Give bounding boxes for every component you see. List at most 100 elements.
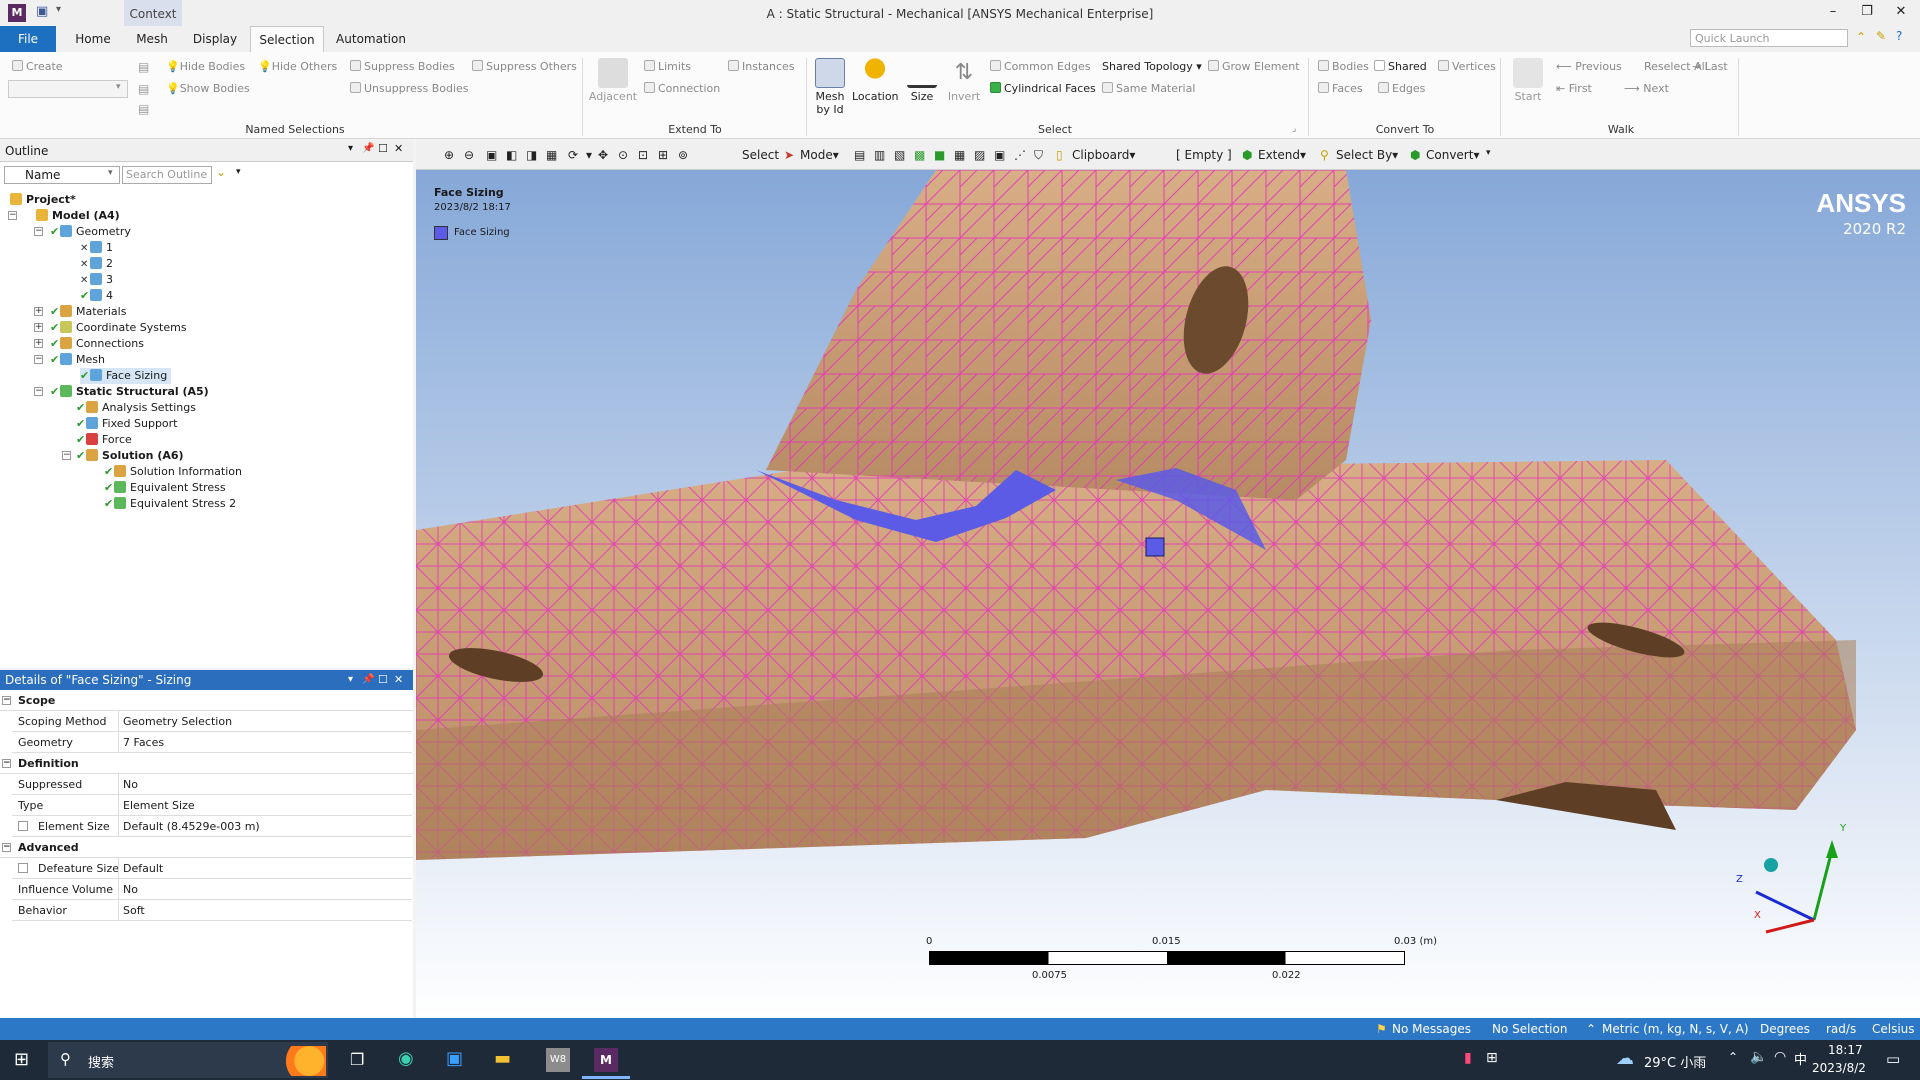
row-behavior[interactable]: Behavior Soft: [12, 900, 412, 921]
collapse-toggle[interactable]: −: [34, 355, 43, 364]
tree-item-geometry[interactable]: ✔ Geometry: [50, 224, 131, 240]
clipboard-dropdown[interactable]: Clipboard▾: [1072, 148, 1135, 162]
select-special-icon[interactable]: ⋰: [1014, 148, 1026, 162]
temperature-status[interactable]: Celsius: [1872, 1022, 1915, 1036]
named-selection-tool-icon-3[interactable]: ▤: [138, 102, 149, 116]
tab-automation[interactable]: Automation: [332, 26, 410, 52]
clock-time[interactable]: 18:17: [1828, 1043, 1863, 1057]
collapse-toggle[interactable]: −: [2, 843, 11, 852]
previous-button[interactable]: ⟵ Previous: [1556, 60, 1622, 73]
property-value[interactable]: Default (8.4529e-003 m): [118, 816, 408, 837]
convert-dropdown[interactable]: Convert▾: [1426, 148, 1479, 162]
expand-toggle[interactable]: +: [34, 307, 43, 316]
close-panel-icon[interactable]: ✕: [394, 670, 403, 690]
units-status[interactable]: Metric (m, kg, N, s, V, A): [1602, 1022, 1749, 1036]
panel-menu-icon[interactable]: ▾: [348, 670, 353, 690]
tree-item-project[interactable]: Project*: [10, 192, 76, 208]
messages-status[interactable]: No Messages: [1392, 1022, 1471, 1036]
edge-browser-icon[interactable]: ◉: [398, 1048, 414, 1069]
start-button[interactable]: Start: [1508, 58, 1548, 103]
collapse-toggle[interactable]: −: [2, 696, 11, 705]
box-zoom-icon[interactable]: ⊡: [638, 148, 648, 162]
collapse-toggle[interactable]: −: [34, 387, 43, 396]
row-suppressed[interactable]: Suppressed No: [12, 774, 412, 795]
wireframe-icon[interactable]: ◨: [526, 148, 537, 162]
unsuppress-bodies-button[interactable]: Unsuppress Bodies: [350, 82, 469, 95]
mode-dropdown[interactable]: Mode▾: [800, 148, 839, 162]
magnifier-icon[interactable]: ⊚: [678, 148, 688, 162]
row-influence-volume[interactable]: Influence Volume No: [12, 879, 412, 900]
shaded-icon[interactable]: ◧: [506, 148, 517, 162]
grow-element-button[interactable]: Grow Element: [1208, 60, 1300, 73]
parameter-checkbox[interactable]: [18, 863, 28, 873]
parameter-checkbox[interactable]: [18, 821, 28, 831]
faces-button[interactable]: Faces: [1318, 82, 1363, 95]
extend-icon[interactable]: ⬢: [1242, 148, 1252, 162]
zoom-out-icon[interactable]: ⊖: [464, 148, 474, 162]
section-definition[interactable]: − Definition: [0, 753, 413, 774]
first-button[interactable]: ⇤ First: [1556, 82, 1592, 95]
chevron-down-icon[interactable]: ▾: [236, 167, 241, 177]
collapse-toggle[interactable]: −: [34, 227, 43, 236]
row-defeature-size[interactable]: Defeature Size Default: [12, 858, 412, 879]
notification-app-icon[interactable]: ▮: [1464, 1050, 1472, 1066]
mechanical-app-icon[interactable]: M: [594, 1048, 618, 1072]
hide-others-button[interactable]: 💡Hide Others: [258, 60, 337, 73]
workbench-app-icon[interactable]: W8: [546, 1048, 570, 1072]
weather-icon[interactable]: ☁: [1616, 1048, 1634, 1069]
named-selection-tool-icon[interactable]: ▤: [138, 60, 149, 74]
tree-item-equivalent-stress[interactable]: ✔ Equivalent Stress: [104, 480, 226, 496]
create-button[interactable]: Create: [12, 60, 63, 73]
tree-item-static-structural[interactable]: ✔ Static Structural (A5): [50, 384, 209, 400]
task-view-icon[interactable]: ❐: [350, 1050, 364, 1069]
zoom-to-fit-icon[interactable]: ⊞: [658, 148, 668, 162]
close-icon[interactable]: ✕: [1890, 4, 1912, 24]
property-value[interactable]: No: [118, 879, 408, 900]
section-scope[interactable]: − Scope: [0, 690, 413, 711]
messages-icon[interactable]: ⚑: [1376, 1022, 1387, 1036]
select-edge-icon[interactable]: ▥: [874, 148, 885, 162]
instances-button[interactable]: Instances: [728, 60, 795, 73]
mesh-by-id-button[interactable]: Mesh by Id: [810, 58, 850, 116]
select-by-icon[interactable]: ⚲: [1320, 148, 1329, 162]
tree-item-model[interactable]: Model (A4): [36, 208, 120, 224]
property-value[interactable]: Soft: [118, 900, 408, 921]
ime-icon[interactable]: 中: [1794, 1049, 1807, 1068]
tab-display[interactable]: Display: [186, 26, 244, 52]
clock-date[interactable]: 2023/8/2: [1812, 1061, 1866, 1075]
search-outline-input[interactable]: Search Outline: [122, 166, 212, 184]
weather-label[interactable]: 29°C 小雨: [1644, 1052, 1706, 1071]
shared-checkbox[interactable]: Shared: [1374, 60, 1427, 73]
show-bodies-button[interactable]: 💡Show Bodies: [166, 82, 250, 95]
row-element-size[interactable]: Element Size Default (8.4529e-003 m): [12, 816, 412, 837]
property-value[interactable]: Geometry Selection: [118, 711, 408, 732]
named-selection-dropdown[interactable]: [8, 80, 128, 98]
tree-item-equivalent-stress-2[interactable]: ✔ Equivalent Stress 2: [104, 496, 236, 512]
maximize-icon[interactable]: ☐: [378, 142, 388, 155]
minimize-icon[interactable]: –: [1822, 4, 1844, 24]
suppress-bodies-button[interactable]: Suppress Bodies: [350, 60, 455, 73]
section-advanced[interactable]: − Advanced: [0, 837, 413, 858]
tree-item-body-4[interactable]: ✔ 4: [80, 288, 113, 304]
collapse-ribbon-icon[interactable]: ⌃: [1856, 30, 1866, 44]
select-element-icon[interactable]: ▦: [954, 148, 965, 162]
location-button[interactable]: Location: [852, 58, 899, 103]
tree-item-fixed-support[interactable]: ✔ Fixed Support: [76, 416, 178, 432]
restore-icon[interactable]: ❐: [1856, 4, 1878, 24]
property-value[interactable]: No: [118, 774, 408, 795]
convert-icon[interactable]: ⬢: [1410, 148, 1420, 162]
vertices-button[interactable]: Vertices: [1438, 60, 1496, 73]
wifi-icon[interactable]: ◠: [1774, 1049, 1786, 1065]
suppress-others-button[interactable]: Suppress Others: [472, 60, 577, 73]
tree-item-coordinate-systems[interactable]: ✔ Coordinate Systems: [50, 320, 187, 336]
tree-item-body-3[interactable]: ✕ 3: [80, 272, 113, 288]
store-icon[interactable]: ▣: [446, 1048, 463, 1069]
adjacent-button[interactable]: Adjacent: [588, 58, 638, 103]
select-vertex-icon[interactable]: ▤: [854, 148, 865, 162]
close-panel-icon[interactable]: ✕: [394, 142, 403, 155]
tree-item-mesh[interactable]: ✔ Mesh: [50, 352, 105, 368]
maximize-icon[interactable]: ☐: [378, 670, 388, 690]
select-by-dropdown[interactable]: Select By▾: [1336, 148, 1398, 162]
quick-launch-input[interactable]: Quick Launch: [1690, 29, 1848, 47]
shaded-edges-icon[interactable]: ▣: [486, 148, 497, 162]
